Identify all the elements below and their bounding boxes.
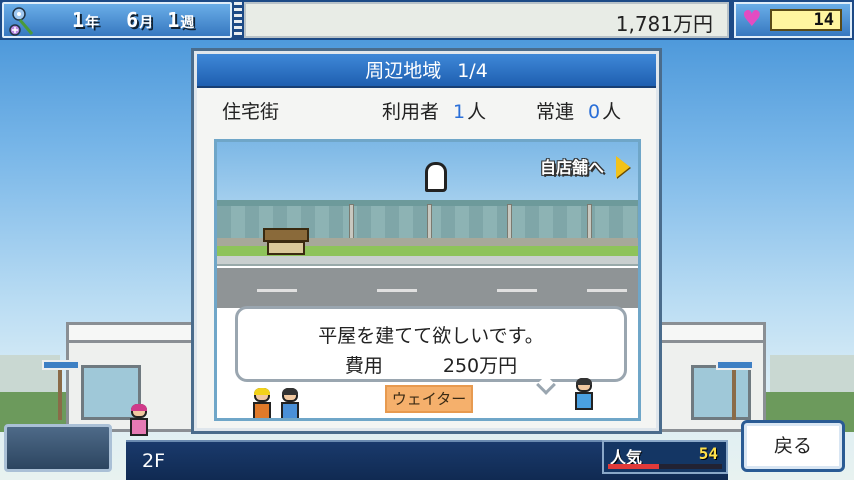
topbar-divider — [234, 2, 242, 38]
popularity-track — [608, 464, 722, 469]
cost-label: 費用 — [344, 355, 383, 377]
page-indicator: 1/4 — [457, 60, 488, 82]
users-label: 利用者 — [382, 101, 440, 123]
role-tag: ウェイター — [385, 385, 473, 413]
users-unit: 人 — [467, 101, 487, 123]
bg-pole-left — [58, 370, 62, 420]
heart-count: 14 — [770, 9, 842, 31]
request-speech-bubble: 平屋を建てて欲しいです。 費用 250万円 — [235, 306, 627, 382]
bg-sign-right — [716, 360, 754, 370]
pointer-hand-icon — [425, 162, 447, 192]
year-unit: 年 — [85, 15, 101, 31]
month-value: 6 — [126, 8, 140, 32]
regulars-unit: 人 — [602, 101, 622, 123]
requester-sprite[interactable] — [573, 378, 595, 412]
heart-icon: ♥ — [742, 7, 762, 32]
bg-pole-right — [732, 370, 736, 420]
area-scene[interactable]: 自店舗へ 平屋を建てて欲しいです。 費用 250万円 ウェイター — [214, 139, 641, 421]
request-text: 平屋を建てて欲しいです。 — [318, 325, 544, 347]
bungalow-house-icon[interactable] — [263, 228, 309, 256]
cost-value: 250万円 — [442, 355, 518, 377]
worker-sprite — [251, 388, 273, 418]
arrow-right-icon[interactable] — [616, 156, 630, 178]
top-bar: 1年 6月 1週 1,781万円 ♥ 14 — [0, 0, 854, 40]
users-stat: 利用者 1 人 — [382, 97, 486, 124]
back-button[interactable]: 戻る — [741, 420, 845, 472]
bg-customer-sprite — [128, 404, 154, 438]
staff-panel-button[interactable] — [4, 424, 112, 472]
money-value: 1,781万円 — [615, 12, 713, 36]
week-value: 1 — [167, 8, 181, 32]
date-display: 1年 6月 1週 — [2, 2, 232, 38]
area-name: 住宅街 — [222, 101, 280, 123]
resident-sprite — [279, 388, 301, 418]
date-text: 1年 6月 1週 — [72, 8, 195, 32]
week-unit: 週 — [180, 15, 196, 31]
surrounding-area-dialog: 周辺地域 1/4 住宅街 利用者 1 人 常連 0 人 自店舗へ 平屋を建てて欲… — [191, 48, 662, 434]
year-value: 1 — [72, 8, 86, 32]
popularity-fill — [608, 464, 660, 469]
users-count: 1 — [453, 101, 466, 123]
scene-curb — [217, 256, 638, 266]
regulars-count: 0 — [588, 101, 601, 123]
regulars-stat: 常連 0 人 — [536, 97, 621, 124]
dialog-title: 周辺地域 — [365, 60, 442, 82]
flower-calendar-icon — [9, 7, 34, 36]
bg-city-buildings-right — [770, 355, 854, 395]
popularity-meter: 人気 54 — [602, 440, 728, 474]
dialog-title-bar: 周辺地域 1/4 — [197, 54, 656, 88]
regulars-label: 常連 — [536, 101, 575, 123]
cost-row: 費用 250万円 — [238, 351, 624, 378]
popularity-value: 54 — [698, 444, 718, 463]
bg-sign-left — [42, 360, 80, 370]
month-unit: 月 — [139, 15, 155, 31]
heart-display: ♥ 14 — [734, 2, 852, 38]
to-shop-label[interactable]: 自店舗へ — [540, 154, 604, 178]
money-display: 1,781万円 — [244, 2, 729, 38]
scene-road — [217, 268, 638, 308]
area-info-row: 住宅街 利用者 1 人 常連 0 人 — [194, 97, 659, 127]
floor-label: 2F — [142, 450, 166, 472]
